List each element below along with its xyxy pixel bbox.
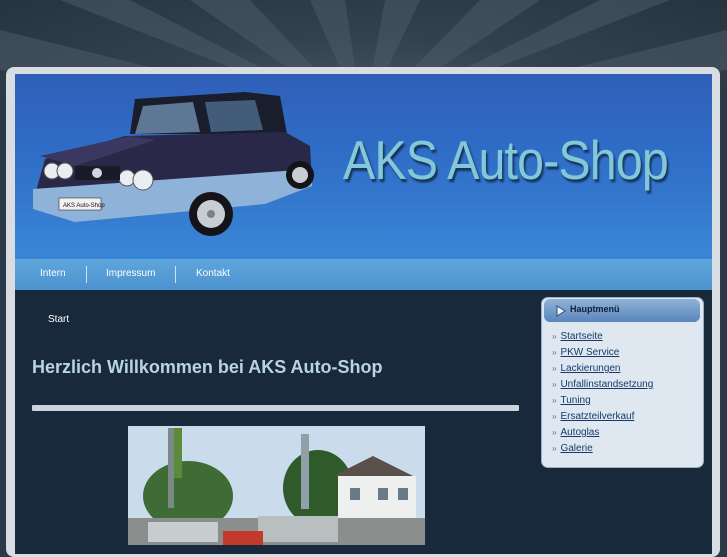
play-arrow-icon bbox=[556, 305, 566, 317]
menu-item-pkw-service[interactable]: » PKW Service bbox=[552, 347, 619, 358]
nav-link-impressum[interactable]: Impressum bbox=[106, 268, 155, 279]
menu-item-label[interactable]: Lackierungen bbox=[560, 363, 620, 374]
double-chevron-right-icon: » bbox=[552, 428, 557, 437]
double-chevron-right-icon: » bbox=[552, 348, 557, 357]
double-chevron-right-icon: » bbox=[552, 412, 557, 421]
shop-photo bbox=[128, 426, 425, 545]
breadcrumb[interactable]: Start bbox=[48, 314, 69, 325]
nav-link-intern[interactable]: Intern bbox=[40, 268, 66, 279]
double-chevron-right-icon: » bbox=[552, 444, 557, 453]
double-chevron-right-icon: » bbox=[552, 332, 557, 341]
menu-item-label[interactable]: Unfallinstandsetzung bbox=[560, 379, 653, 390]
menu-item-tuning[interactable]: » Tuning bbox=[552, 395, 591, 406]
site-title: AKS Auto-Shop bbox=[343, 129, 669, 191]
menu-item-autoglas[interactable]: » Autoglas bbox=[552, 427, 599, 438]
menu-item-label[interactable]: Autoglas bbox=[560, 427, 599, 438]
menu-item-label[interactable]: PKW Service bbox=[560, 347, 619, 358]
menu-item-label[interactable]: Tuning bbox=[560, 395, 590, 406]
menu-item-galerie[interactable]: » Galerie bbox=[552, 443, 593, 454]
sidebar-title: Hauptmenü bbox=[570, 304, 620, 314]
menu-item-label[interactable]: Galerie bbox=[560, 443, 592, 454]
title-divider bbox=[32, 405, 519, 411]
double-chevron-right-icon: » bbox=[552, 396, 557, 405]
menu-item-label[interactable]: Ersatzteilverkauf bbox=[560, 411, 634, 422]
nav-link-kontakt[interactable]: Kontakt bbox=[196, 268, 230, 279]
double-chevron-right-icon: » bbox=[552, 364, 557, 373]
menu-item-ersatzteilverkauf[interactable]: » Ersatzteilverkauf bbox=[552, 411, 634, 422]
menu-item-label[interactable]: Startseite bbox=[560, 331, 602, 342]
menu-item-lackierungen[interactable]: » Lackierungen bbox=[552, 363, 621, 374]
license-plate-text: AKS Auto-Shop bbox=[63, 203, 105, 209]
nav-separator bbox=[86, 266, 87, 283]
double-chevron-right-icon: » bbox=[552, 380, 557, 389]
page-title: Herzlich Willkommen bei AKS Auto-Shop bbox=[32, 357, 383, 377]
nav-separator bbox=[175, 266, 176, 283]
sidebar-header bbox=[544, 299, 700, 322]
menu-item-startseite[interactable]: » Startseite bbox=[552, 331, 603, 342]
menu-item-unfallinstandsetzung[interactable]: » Unfallinstandsetzung bbox=[552, 379, 653, 390]
